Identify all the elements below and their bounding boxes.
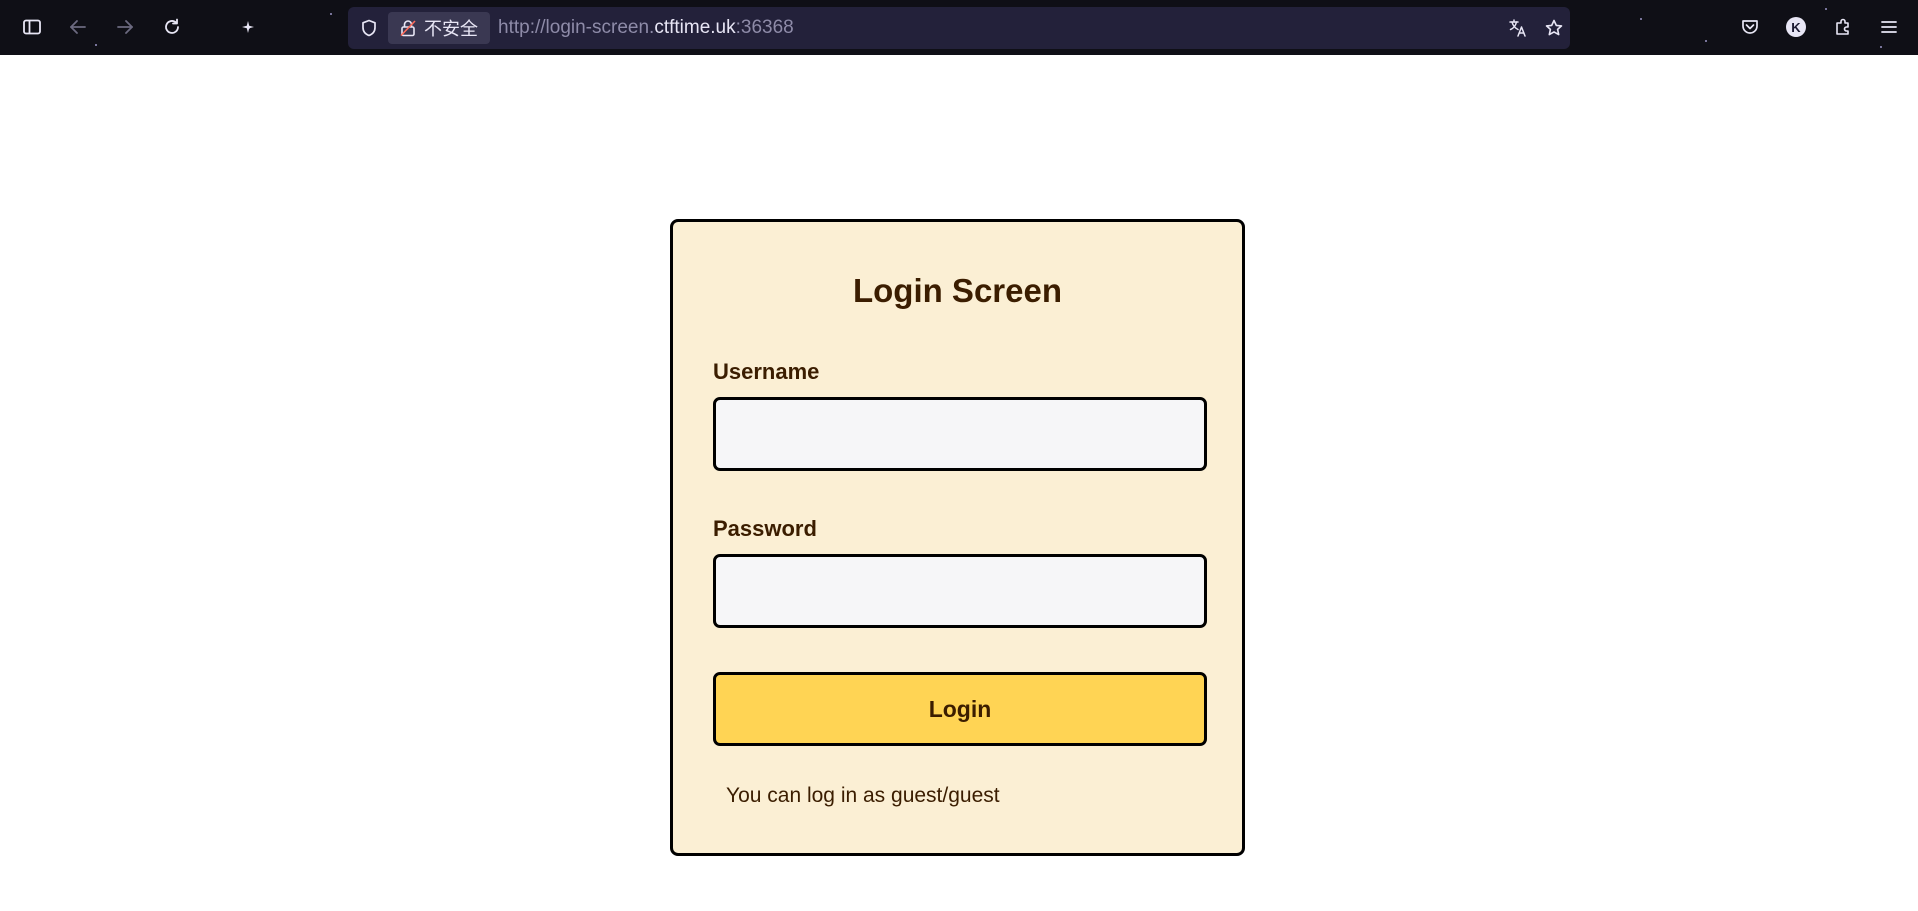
star-bookmark-icon — [1545, 19, 1563, 36]
username-label: Username — [713, 359, 820, 384]
url-suffix: :36368 — [735, 17, 794, 38]
translate-icon — [1509, 19, 1526, 37]
bookmark-button[interactable] — [1538, 7, 1570, 49]
forward-arrow-icon — [117, 20, 133, 34]
guest-hint: You can log in as guest/guest — [726, 784, 1000, 807]
url-host: ctftime.uk — [654, 17, 736, 38]
url-prefix: http://login-screen. — [498, 17, 655, 38]
page-title: Login Screen — [852, 272, 1063, 309]
shield-icon — [362, 19, 376, 37]
username-input[interactable] — [713, 397, 1207, 471]
background-star — [1640, 18, 1642, 20]
site-security-chip[interactable]: 不安全 — [388, 12, 490, 44]
hamburger-menu-icon — [1881, 21, 1897, 33]
insecure-lock-icon — [400, 20, 416, 37]
reload-button[interactable] — [155, 10, 189, 44]
back-button[interactable] — [61, 10, 95, 44]
login-card: Login Screen Username Password Login You… — [670, 219, 1245, 856]
pocket-button[interactable] — [1733, 10, 1767, 44]
profile-button[interactable]: K — [1779, 10, 1813, 44]
background-star — [1705, 40, 1707, 42]
forward-button[interactable] — [108, 10, 142, 44]
pocket-icon — [1742, 20, 1758, 34]
sparkle-decoration — [231, 10, 265, 44]
background-star — [1880, 46, 1882, 48]
tracking-protection-button[interactable] — [354, 7, 384, 49]
extensions-button[interactable] — [1826, 10, 1860, 44]
password-label: Password — [713, 516, 817, 541]
url-bar[interactable]: 不安全 http://login-screen.ctftime.uk:36368 — [348, 7, 1570, 49]
security-label: 不安全 — [424, 19, 478, 39]
sidebar-icon — [23, 19, 41, 35]
password-input[interactable] — [713, 554, 1207, 628]
translate-button[interactable] — [1502, 7, 1534, 49]
login-button[interactable]: Login — [713, 672, 1207, 746]
avatar: K — [1786, 17, 1806, 37]
browser-toolbar: 不安全 http://login-screen.ctftime.uk:36368 — [0, 0, 1918, 55]
reload-icon — [165, 18, 179, 34]
url-text[interactable]: http://login-screen.ctftime.uk:36368 — [498, 7, 794, 49]
sidebar-button[interactable] — [15, 10, 49, 44]
background-star — [330, 13, 332, 15]
sparkle-icon — [242, 21, 254, 33]
puzzle-extensions-icon — [1836, 18, 1849, 35]
app-menu-button[interactable] — [1872, 10, 1906, 44]
background-star — [95, 44, 97, 46]
back-arrow-icon — [70, 20, 86, 34]
